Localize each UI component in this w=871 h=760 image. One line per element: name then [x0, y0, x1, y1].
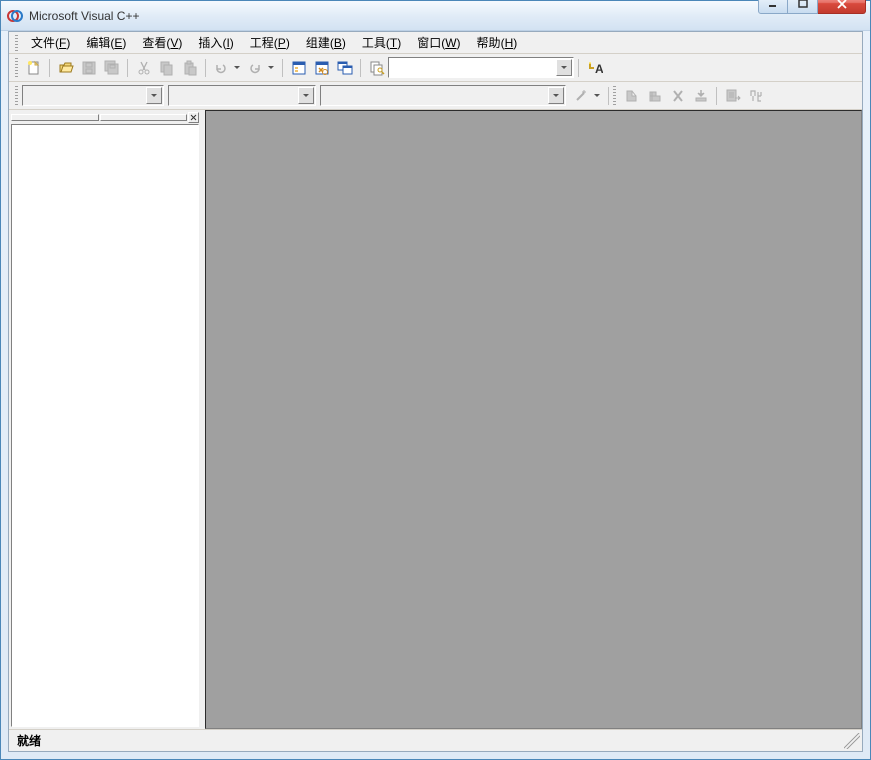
status-bar: 就绪: [9, 729, 862, 751]
workspace-window-button[interactable]: [287, 57, 310, 79]
app-icon: [7, 8, 23, 24]
go-button[interactable]: [721, 85, 744, 107]
panel-grip[interactable]: [11, 114, 99, 121]
workspace-tree[interactable]: [11, 124, 199, 727]
find-combo-input[interactable]: [389, 58, 555, 77]
menu-view[interactable]: 查看(V): [135, 32, 189, 53]
execute-button[interactable]: [689, 85, 712, 107]
menu-tools[interactable]: 工具(T): [355, 32, 408, 53]
menu-project[interactable]: 工程(P): [243, 32, 297, 53]
close-button[interactable]: [818, 0, 866, 14]
menu-insert[interactable]: 插入(I): [191, 32, 240, 53]
toolbar2-grip1[interactable]: [15, 86, 18, 106]
find-combo[interactable]: [388, 57, 574, 78]
client-area: 文件(F) 编辑(E) 查看(V) 插入(I) 工程(P) 组建(B) 工具(T…: [8, 31, 863, 752]
config-combo[interactable]: [22, 85, 164, 106]
build-button[interactable]: [643, 85, 666, 107]
standard-toolbar: A: [9, 54, 862, 82]
cut-button[interactable]: [132, 57, 155, 79]
menu-bar: 文件(F) 编辑(E) 查看(V) 插入(I) 工程(P) 组建(B) 工具(T…: [9, 32, 862, 54]
build-toolbar: [9, 82, 862, 110]
undo-button[interactable]: [210, 57, 244, 79]
workspace-panel-header[interactable]: [11, 112, 199, 122]
menu-edit[interactable]: 编辑(E): [79, 32, 133, 53]
menu-help[interactable]: 帮助(H): [470, 32, 525, 53]
window-controls: [758, 0, 866, 14]
copy-button[interactable]: [155, 57, 178, 79]
mdi-client-area: [205, 110, 862, 729]
workspace-panel: [9, 110, 201, 729]
menu-window[interactable]: 窗口(W): [410, 32, 467, 53]
paste-button[interactable]: [178, 57, 201, 79]
title-bar: Microsoft Visual C++: [1, 1, 870, 31]
open-button[interactable]: [54, 57, 77, 79]
minimize-button[interactable]: [758, 0, 788, 14]
workspace: [9, 110, 862, 729]
toolbar2-grip2[interactable]: [613, 86, 616, 106]
wizard-button[interactable]: [570, 85, 604, 107]
save-all-button[interactable]: [100, 57, 123, 79]
menubar-grip[interactable]: [15, 35, 18, 51]
output-window-button[interactable]: [310, 57, 333, 79]
find-in-files-button[interactable]: [365, 57, 388, 79]
menu-file[interactable]: 文件(F): [24, 32, 77, 53]
status-text: 就绪: [17, 732, 41, 749]
resize-grip[interactable]: [844, 733, 860, 749]
find-next-button[interactable]: A: [583, 57, 606, 79]
app-window: Microsoft Visual C++ 文件(F) 编辑(E) 查看(V) 插…: [0, 0, 871, 760]
window-title: Microsoft Visual C++: [29, 9, 758, 23]
insert-breakpoint-button[interactable]: [744, 85, 767, 107]
new-file-button[interactable]: [22, 57, 45, 79]
menu-build[interactable]: 组建(B): [299, 32, 353, 53]
svg-text:A: A: [595, 62, 603, 76]
stop-build-button[interactable]: [666, 85, 689, 107]
window-list-button[interactable]: [333, 57, 356, 79]
redo-button[interactable]: [244, 57, 278, 79]
target-combo[interactable]: [168, 85, 316, 106]
toolbar1-grip[interactable]: [15, 58, 18, 78]
maximize-button[interactable]: [788, 0, 818, 14]
panel-grip[interactable]: [100, 114, 188, 121]
panel-close-button[interactable]: [188, 112, 199, 123]
save-button[interactable]: [77, 57, 100, 79]
compile-button[interactable]: [620, 85, 643, 107]
find-combo-drop[interactable]: [556, 59, 572, 76]
platform-combo[interactable]: [320, 85, 566, 106]
